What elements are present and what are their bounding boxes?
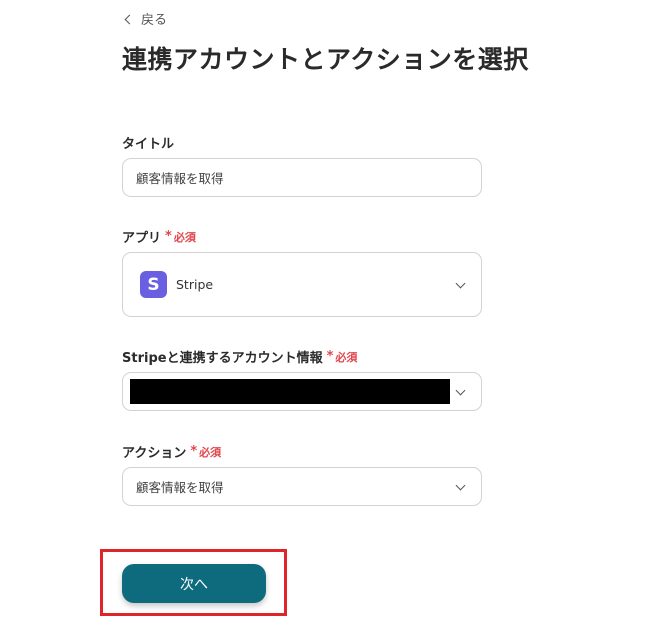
- action-label-text: アクション: [122, 446, 187, 461]
- page-title: 連携アカウントとアクションを選択: [122, 45, 529, 74]
- back-label: 戻る: [141, 13, 168, 28]
- app-field-label: アプリ * 必須: [122, 227, 196, 246]
- title-input[interactable]: 顧客情報を取得: [122, 158, 482, 197]
- title-field-label: タイトル: [122, 133, 174, 152]
- back-link[interactable]: 戻る: [124, 9, 168, 28]
- chevron-left-icon: [124, 14, 135, 24]
- title-label-text: タイトル: [122, 137, 175, 152]
- required-star: *: [165, 229, 172, 244]
- next-button-label: 次へ: [180, 576, 208, 593]
- action-select-value: 顧客情報を取得: [136, 480, 224, 495]
- required-text: 必須: [199, 445, 222, 459]
- account-select[interactable]: [122, 372, 482, 411]
- app-select[interactable]: S Stripe: [122, 252, 482, 317]
- required-badge: * 必須: [165, 229, 196, 245]
- chevron-down-icon: [455, 385, 466, 395]
- account-field-label: Stripeと連携するアカウント情報 * 必須: [122, 347, 357, 366]
- required-text: 必須: [173, 230, 196, 244]
- app-select-value: Stripe: [176, 277, 214, 292]
- required-badge: * 必須: [190, 444, 221, 460]
- redacted-account-value: [130, 379, 450, 404]
- required-badge: * 必須: [327, 349, 358, 365]
- required-star: *: [326, 349, 334, 364]
- stripe-logo-icon: S: [140, 271, 167, 298]
- action-select[interactable]: 顧客情報を取得: [122, 467, 482, 506]
- chevron-down-icon: [455, 480, 466, 490]
- title-input-value: 顧客情報を取得: [136, 171, 224, 186]
- account-label-text: Stripeと連携するアカウント情報: [122, 351, 323, 366]
- required-star: *: [190, 444, 198, 459]
- required-text: 必須: [335, 350, 358, 364]
- app-label-text: アプリ: [122, 231, 162, 246]
- chevron-down-icon: [455, 278, 466, 288]
- next-button[interactable]: 次へ: [122, 564, 266, 603]
- action-field-label: アクション * 必須: [122, 442, 221, 461]
